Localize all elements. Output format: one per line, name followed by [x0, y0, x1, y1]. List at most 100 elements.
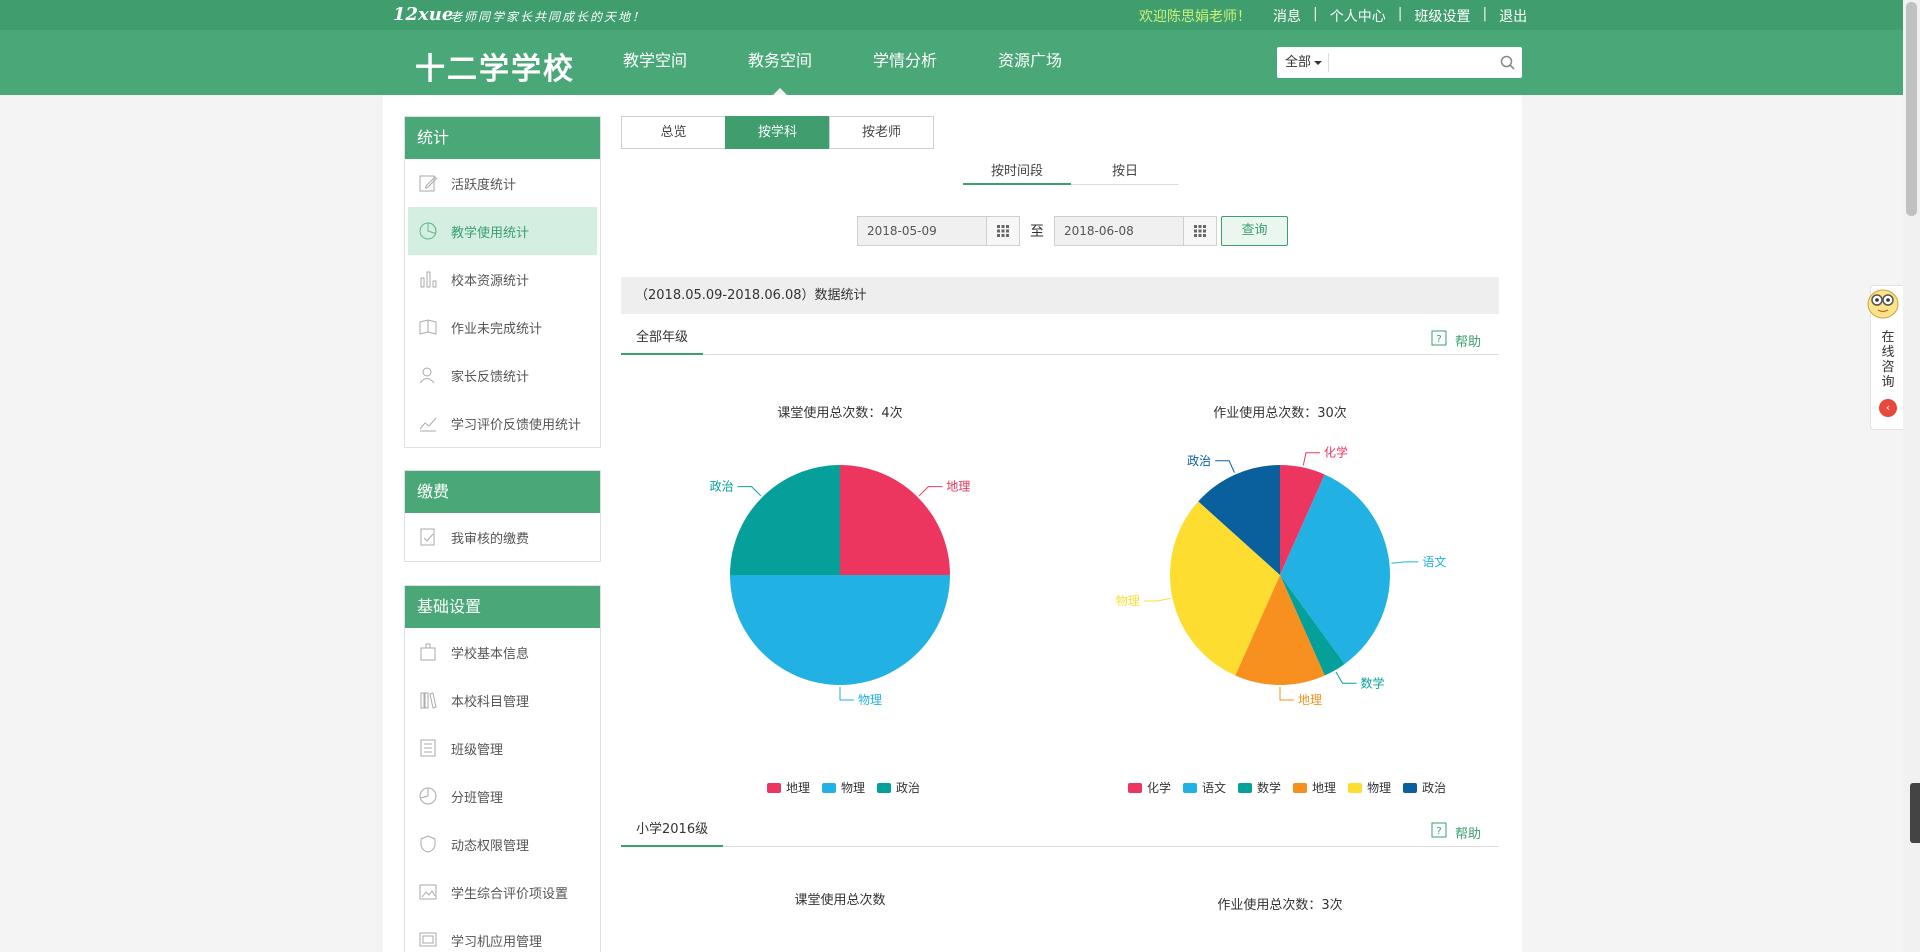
book-icon [417, 316, 439, 338]
trend-chart-icon [417, 412, 439, 434]
section-grade-2016: 小学2016级 ? 帮助 [621, 817, 1499, 847]
pie-label-line [737, 486, 762, 497]
pie-label-line [918, 486, 943, 497]
nav-academic-space[interactable]: 教务空间 [748, 30, 812, 95]
pie-label: 地理 [1298, 693, 1322, 707]
legend-item[interactable]: 语文 [1183, 779, 1226, 796]
pie-label-line [1143, 597, 1171, 602]
pie-label-line [1279, 687, 1294, 701]
legend-item[interactable]: 物理 [1348, 779, 1391, 796]
legend-item[interactable]: 数学 [1238, 779, 1281, 796]
sidebar-item-activity-stats[interactable]: 活跃度统计 [405, 159, 600, 207]
sidebar-item-homework-unfinished-stats[interactable]: 作业未完成统计 [405, 303, 600, 351]
classroom-icon [417, 737, 439, 759]
chevron-left-icon[interactable]: ‹ [1879, 399, 1897, 417]
sidebar-item-label: 本校科目管理 [451, 694, 530, 710]
pie-label: 地理 [946, 480, 970, 494]
sidebar-item-teaching-usage-stats[interactable]: 教学使用统计 [408, 207, 597, 255]
separator: | [1313, 6, 1318, 22]
search-scope-select[interactable]: 全部 [1277, 53, 1330, 72]
tab-by-subject[interactable]: 按学科 [725, 116, 830, 149]
building-icon [417, 641, 439, 663]
main-nav: 教学空间 教务空间 学情分析 资源广场 [623, 30, 1123, 95]
legend-item[interactable]: 地理 [767, 779, 810, 796]
sidebar-item-label: 作业未完成统计 [451, 321, 543, 337]
query-button[interactable]: 查询 [1221, 216, 1288, 246]
document-check-icon [417, 526, 439, 548]
legend-swatch [1293, 782, 1308, 793]
end-date-field[interactable]: 2018-06-08 [1054, 216, 1217, 246]
stats-title: （2018.05.09-2018.06.08）数据统计 [621, 277, 1499, 314]
link-messages[interactable]: 消息 [1273, 6, 1301, 26]
svg-text:?: ? [1436, 826, 1441, 837]
sidebar-item-label: 班级管理 [451, 742, 504, 758]
chart-title-classroom: 课堂使用总次数：4次 [777, 406, 903, 421]
side-widget-handle[interactable] [1910, 783, 1920, 843]
legend-item[interactable]: 政治 [1403, 779, 1446, 796]
legend-label: 化学 [1147, 781, 1172, 795]
pie-label: 化学 [1324, 445, 1348, 460]
logo[interactable]: 12xue [393, 4, 453, 25]
legend-item[interactable]: 物理 [822, 779, 865, 796]
calendar-icon[interactable] [986, 217, 1019, 245]
legend-swatch [767, 782, 781, 793]
search-scope-label: 全部 [1285, 55, 1312, 70]
chart-legend-classroom: 地理 物理 政治 [767, 779, 932, 796]
nav-learning-analysis[interactable]: 学情分析 [873, 30, 937, 95]
nav-resource-square[interactable]: 资源广场 [998, 30, 1062, 95]
nav-teaching-space[interactable]: 教学空间 [623, 30, 687, 95]
books-icon [417, 689, 439, 711]
pie-slice[interactable] [840, 465, 950, 575]
sidebar-item-parent-feedback-stats[interactable]: 家长反馈统计 [405, 351, 600, 399]
tab-grade-2016[interactable]: 小学2016级 [621, 817, 724, 847]
scrollbar-thumb[interactable] [1906, 2, 1917, 216]
school-name[interactable]: 十二学学校 [415, 44, 575, 88]
pie-label: 物理 [858, 693, 882, 707]
tab-by-teacher[interactable]: 按老师 [829, 116, 934, 149]
sidebar-item-learning-device-apps[interactable]: 学习机应用管理 [405, 916, 600, 952]
help-button[interactable]: ? 帮助 [1431, 822, 1481, 842]
search-icon[interactable] [1492, 55, 1522, 70]
pie-slice[interactable] [730, 575, 950, 685]
legend-item[interactable]: 化学 [1128, 779, 1171, 796]
link-profile[interactable]: 个人中心 [1330, 6, 1386, 26]
sidebar-item-label: 我审核的缴费 [451, 531, 530, 547]
sidebar-item-evaluation-settings[interactable]: 学生综合评价项设置 [405, 868, 600, 916]
chart-title-homework: 作业使用总次数：30次 [1213, 406, 1347, 421]
tab-overview[interactable]: 总览 [621, 116, 726, 149]
mascot-icon [1861, 280, 1905, 326]
tab-all-grades[interactable]: 全部年级 [621, 325, 704, 355]
search-input[interactable] [1329, 49, 1492, 76]
link-logout[interactable]: 退出 [1499, 6, 1527, 26]
image-icon [417, 881, 439, 903]
separator: | [1482, 6, 1488, 22]
pie-slice[interactable] [730, 465, 840, 575]
sidebar-item-label: 家长反馈统计 [451, 369, 530, 385]
pie-label: 语文 [1422, 554, 1446, 569]
link-class-settings[interactable]: 班级设置 [1414, 6, 1470, 26]
tab-by-day[interactable]: 按日 [1071, 160, 1179, 185]
legend-swatch [1238, 782, 1253, 793]
help-button[interactable]: ? 帮助 [1431, 330, 1481, 350]
sidebar-item-label: 分班管理 [451, 790, 504, 806]
chart-title-homework-2016: 作业使用总次数：3次 [1217, 898, 1343, 913]
legend-label: 政治 [1422, 781, 1447, 795]
legend-item[interactable]: 政治 [877, 779, 920, 796]
legend-item[interactable]: 地理 [1293, 779, 1336, 796]
welcome-text: 欢迎陈思娟老师！ [1139, 9, 1251, 25]
tab-by-period[interactable]: 按时间段 [963, 160, 1071, 185]
start-date-value: 2018-05-09 [867, 224, 937, 238]
legend-swatch [877, 782, 892, 793]
calendar-icon[interactable] [1183, 217, 1216, 245]
sidebar-group-title: 统计 [405, 117, 600, 159]
sidebar-item-resource-stats[interactable]: 校本资源统计 [405, 255, 600, 303]
online-consult-widget[interactable]: 在线咨询 ‹ [1867, 285, 1904, 430]
legend-label: 地理 [1312, 781, 1337, 795]
sidebar-item-label: 活跃度统计 [451, 177, 517, 193]
sidebar-item-class-division[interactable]: 分班管理 [405, 772, 600, 820]
help-label: 帮助 [1454, 826, 1481, 842]
time-mode-tabs: 按时间段 按日 [963, 160, 1179, 185]
sidebar-item-permission-management[interactable]: 动态权限管理 [405, 820, 600, 868]
sidebar-item-label: 教学使用统计 [451, 225, 530, 241]
start-date-field[interactable]: 2018-05-09 [857, 216, 1020, 246]
